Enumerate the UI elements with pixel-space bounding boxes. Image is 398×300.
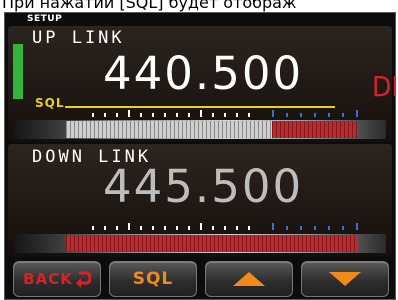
downlink-frequency: 445.500 — [103, 160, 304, 213]
downlink-meter-red-segment — [66, 235, 358, 252]
radio-display: SETUP UP LINK 440.500 DN SQL — [4, 12, 396, 300]
triangle-down-icon — [329, 272, 361, 286]
uplink-mode-badge: DN — [372, 70, 395, 103]
uplink-scale-ticks — [92, 110, 358, 117]
back-button[interactable]: BACK — [13, 261, 101, 297]
down-button[interactable] — [301, 261, 389, 297]
uplink-title: UP LINK — [32, 28, 125, 48]
back-button-label: BACK — [23, 270, 73, 288]
up-button[interactable] — [205, 261, 293, 297]
sql-button[interactable]: SQL — [109, 261, 197, 297]
uplink-active-indicator — [13, 44, 23, 99]
downlink-panel[interactable]: DOWN LINK 445.500 — [8, 144, 392, 257]
caption-text: При нажатии [SQL] будет отображ — [2, 0, 297, 12]
uplink-panel[interactable]: UP LINK 440.500 DN SQL — [8, 26, 395, 142]
squelch-label: SQL — [35, 96, 65, 110]
triangle-up-icon — [233, 272, 265, 286]
uplink-signal-meter — [14, 120, 386, 139]
softkey-row: BACK SQL — [5, 261, 395, 299]
return-arrow-icon — [75, 271, 91, 288]
uplink-meter-red-segment — [272, 121, 358, 138]
uplink-meter-grey-segment — [66, 121, 272, 138]
downlink-signal-meter — [14, 234, 386, 253]
screen-title: SETUP — [27, 14, 63, 24]
sql-button-label: SQL — [132, 269, 174, 289]
uplink-frequency: 440.500 — [103, 47, 304, 100]
squelch-level-line — [65, 106, 335, 108]
downlink-scale-ticks — [92, 223, 358, 230]
